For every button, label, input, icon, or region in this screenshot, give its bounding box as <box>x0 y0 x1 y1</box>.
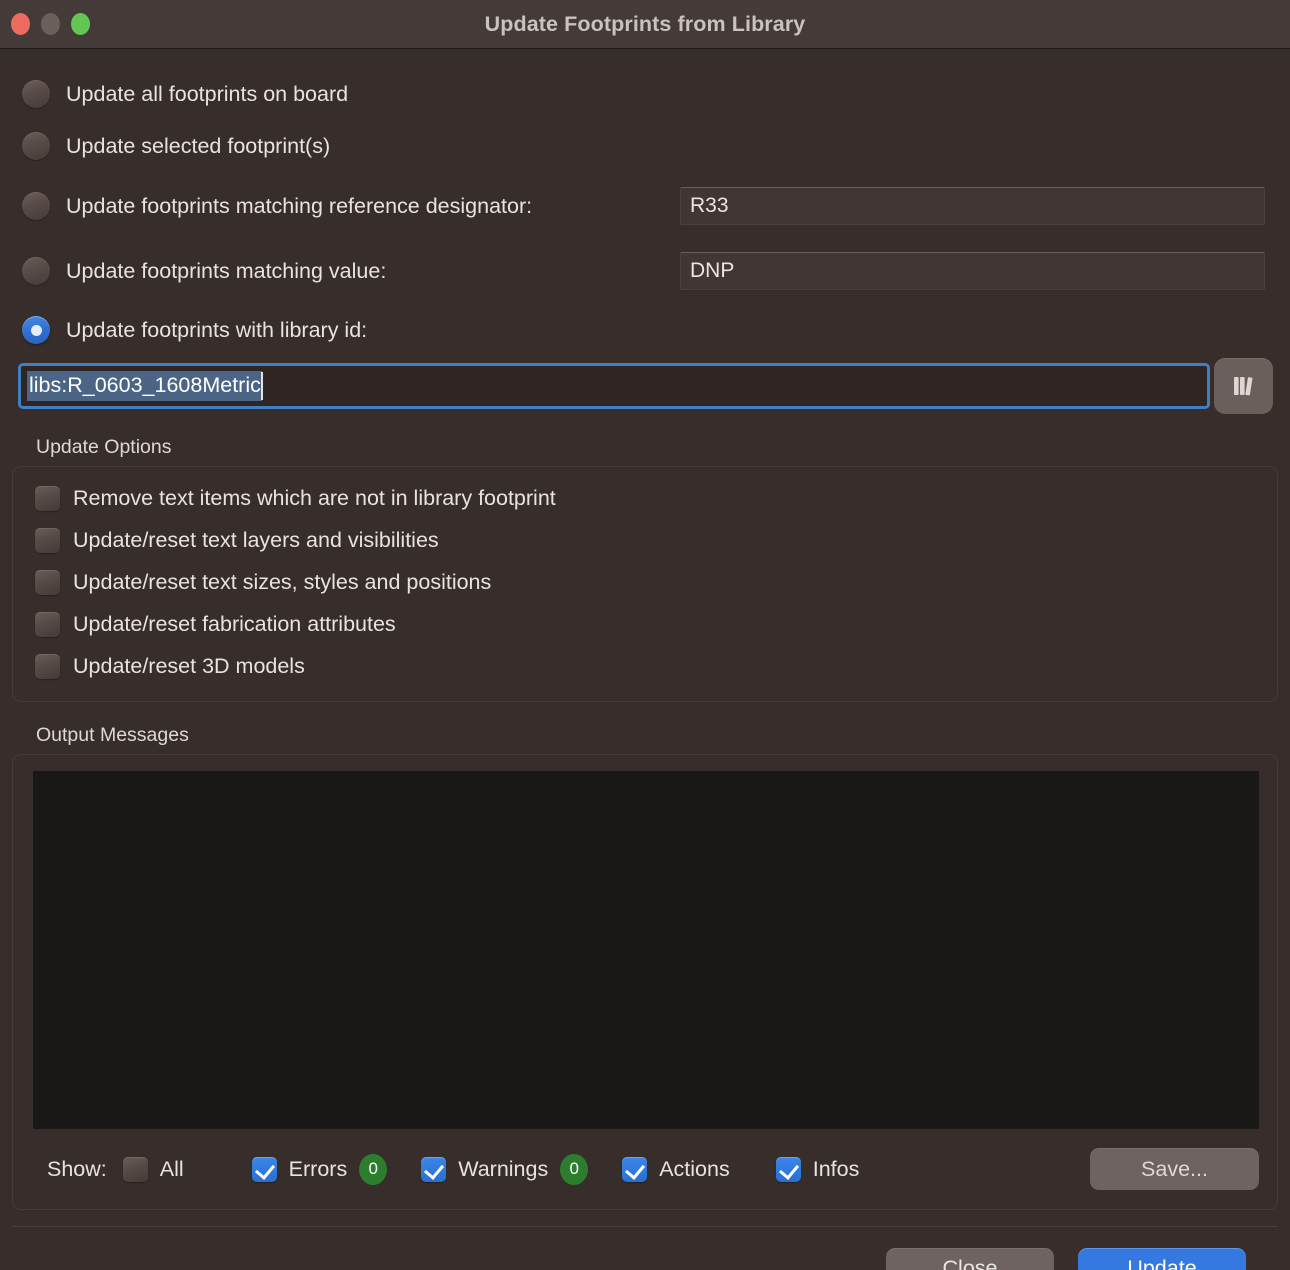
output-messages-title: Output Messages <box>36 724 189 746</box>
radio-row-match-reference[interactable]: Update footprints matching reference des… <box>0 186 1290 226</box>
radio-row-match-value[interactable]: Update footprints matching value: DNP <box>0 251 1290 291</box>
radio-row-update-all[interactable]: Update all footprints on board <box>0 74 1290 114</box>
checkbox-text-sizes[interactable] <box>35 569 60 595</box>
text-caret <box>260 372 263 400</box>
filter-errors[interactable]: Errors 0 <box>251 1153 388 1185</box>
radio-label-match-value: Update footprints matching value: <box>66 258 387 283</box>
radio-update-selected[interactable] <box>22 132 50 160</box>
filter-label-warnings: Warnings <box>458 1156 549 1181</box>
filter-label-infos: Infos <box>812 1156 860 1181</box>
radio-label-update-selected: Update selected footprint(s) <box>66 133 331 158</box>
traffic-light-group <box>11 13 90 35</box>
filter-actions[interactable]: Actions <box>622 1156 730 1182</box>
checkbox-fabrication-attributes[interactable] <box>35 611 60 637</box>
library-id-row: libs:R_0603_1608Metric <box>0 350 1290 414</box>
radio-library-id[interactable] <box>22 316 50 344</box>
checkbox-row-fabrication-attributes[interactable]: Update/reset fabrication attributes <box>13 607 1277 641</box>
filter-warnings[interactable]: Warnings 0 <box>421 1153 589 1185</box>
filter-all[interactable]: All <box>122 1156 184 1182</box>
radio-label-match-reference: Update footprints matching reference des… <box>66 193 533 218</box>
checkbox-label-text-layers: Update/reset text layers and visibilitie… <box>73 527 439 552</box>
output-filter-row: Show: All Errors 0 Warnings 0 Actions In… <box>33 1147 1259 1191</box>
close-button[interactable]: Close <box>886 1248 1054 1270</box>
show-label: Show: <box>47 1156 107 1181</box>
checkbox-filter-errors[interactable] <box>251 1156 277 1182</box>
update-options-group: Remove text items which are not in libra… <box>12 466 1278 702</box>
checkbox-filter-infos[interactable] <box>775 1156 801 1182</box>
checkbox-text-layers[interactable] <box>35 527 60 553</box>
checkbox-3d-models[interactable] <box>35 653 60 679</box>
warnings-count-badge: 0 <box>560 1153 589 1185</box>
update-options-title: Update Options <box>36 436 172 458</box>
radio-row-update-selected[interactable]: Update selected footprint(s) <box>0 126 1290 166</box>
window-title: Update Footprints from Library <box>484 11 806 36</box>
output-log-area[interactable] <box>33 771 1259 1129</box>
checkbox-row-text-layers[interactable]: Update/reset text layers and visibilitie… <box>13 523 1277 557</box>
filter-label-actions: Actions <box>659 1156 730 1181</box>
checkbox-row-text-sizes[interactable]: Update/reset text sizes, styles and posi… <box>13 565 1277 599</box>
dialog-body: Update all footprints on board Update se… <box>0 49 1290 1270</box>
filter-label-errors: Errors <box>288 1156 348 1181</box>
checkbox-label-remove-text-items: Remove text items which are not in libra… <box>73 485 556 510</box>
match-value-input[interactable]: DNP <box>680 252 1265 290</box>
checkbox-filter-warnings[interactable] <box>421 1156 447 1182</box>
radio-label-update-all: Update all footprints on board <box>66 81 349 106</box>
checkbox-row-3d-models[interactable]: Update/reset 3D models <box>13 649 1277 683</box>
checkbox-label-text-sizes: Update/reset text sizes, styles and posi… <box>73 569 492 594</box>
checkbox-label-fabrication-attributes: Update/reset fabrication attributes <box>73 611 396 636</box>
radio-update-all[interactable] <box>22 80 50 108</box>
radio-match-reference[interactable] <box>22 192 50 220</box>
library-id-input[interactable]: libs:R_0603_1608Metric <box>18 363 1210 409</box>
errors-count-badge: 0 <box>359 1153 388 1185</box>
window-titlebar: Update Footprints from Library <box>0 0 1290 49</box>
scope-radio-group: Update all footprints on board Update se… <box>0 49 1290 350</box>
close-window-button[interactable] <box>11 13 30 35</box>
reference-designator-input[interactable]: R33 <box>680 187 1265 225</box>
radio-row-library-id[interactable]: Update footprints with library id: <box>0 310 1290 350</box>
filter-infos[interactable]: Infos <box>775 1156 860 1182</box>
maximize-window-button[interactable] <box>71 13 90 35</box>
library-id-selected-text: libs:R_0603_1608Metric <box>27 371 262 401</box>
checkbox-filter-all[interactable] <box>122 1156 148 1182</box>
checkbox-label-3d-models: Update/reset 3D models <box>73 653 305 678</box>
save-button[interactable]: Save... <box>1090 1148 1259 1190</box>
checkbox-remove-text-items[interactable] <box>35 485 60 511</box>
browse-library-button[interactable] <box>1214 358 1273 414</box>
filter-label-all: All <box>159 1156 184 1181</box>
library-books-icon <box>1233 377 1252 396</box>
checkbox-filter-actions[interactable] <box>622 1156 648 1182</box>
checkbox-row-remove-text-items[interactable]: Remove text items which are not in libra… <box>13 481 1277 515</box>
update-button[interactable]: Update <box>1078 1248 1246 1270</box>
radio-match-value[interactable] <box>22 257 50 285</box>
dialog-footer: Close Update <box>0 1227 1290 1270</box>
output-messages-group: Show: All Errors 0 Warnings 0 Actions In… <box>12 754 1278 1210</box>
minimize-window-button[interactable] <box>41 13 60 35</box>
radio-label-library-id: Update footprints with library id: <box>66 317 368 342</box>
